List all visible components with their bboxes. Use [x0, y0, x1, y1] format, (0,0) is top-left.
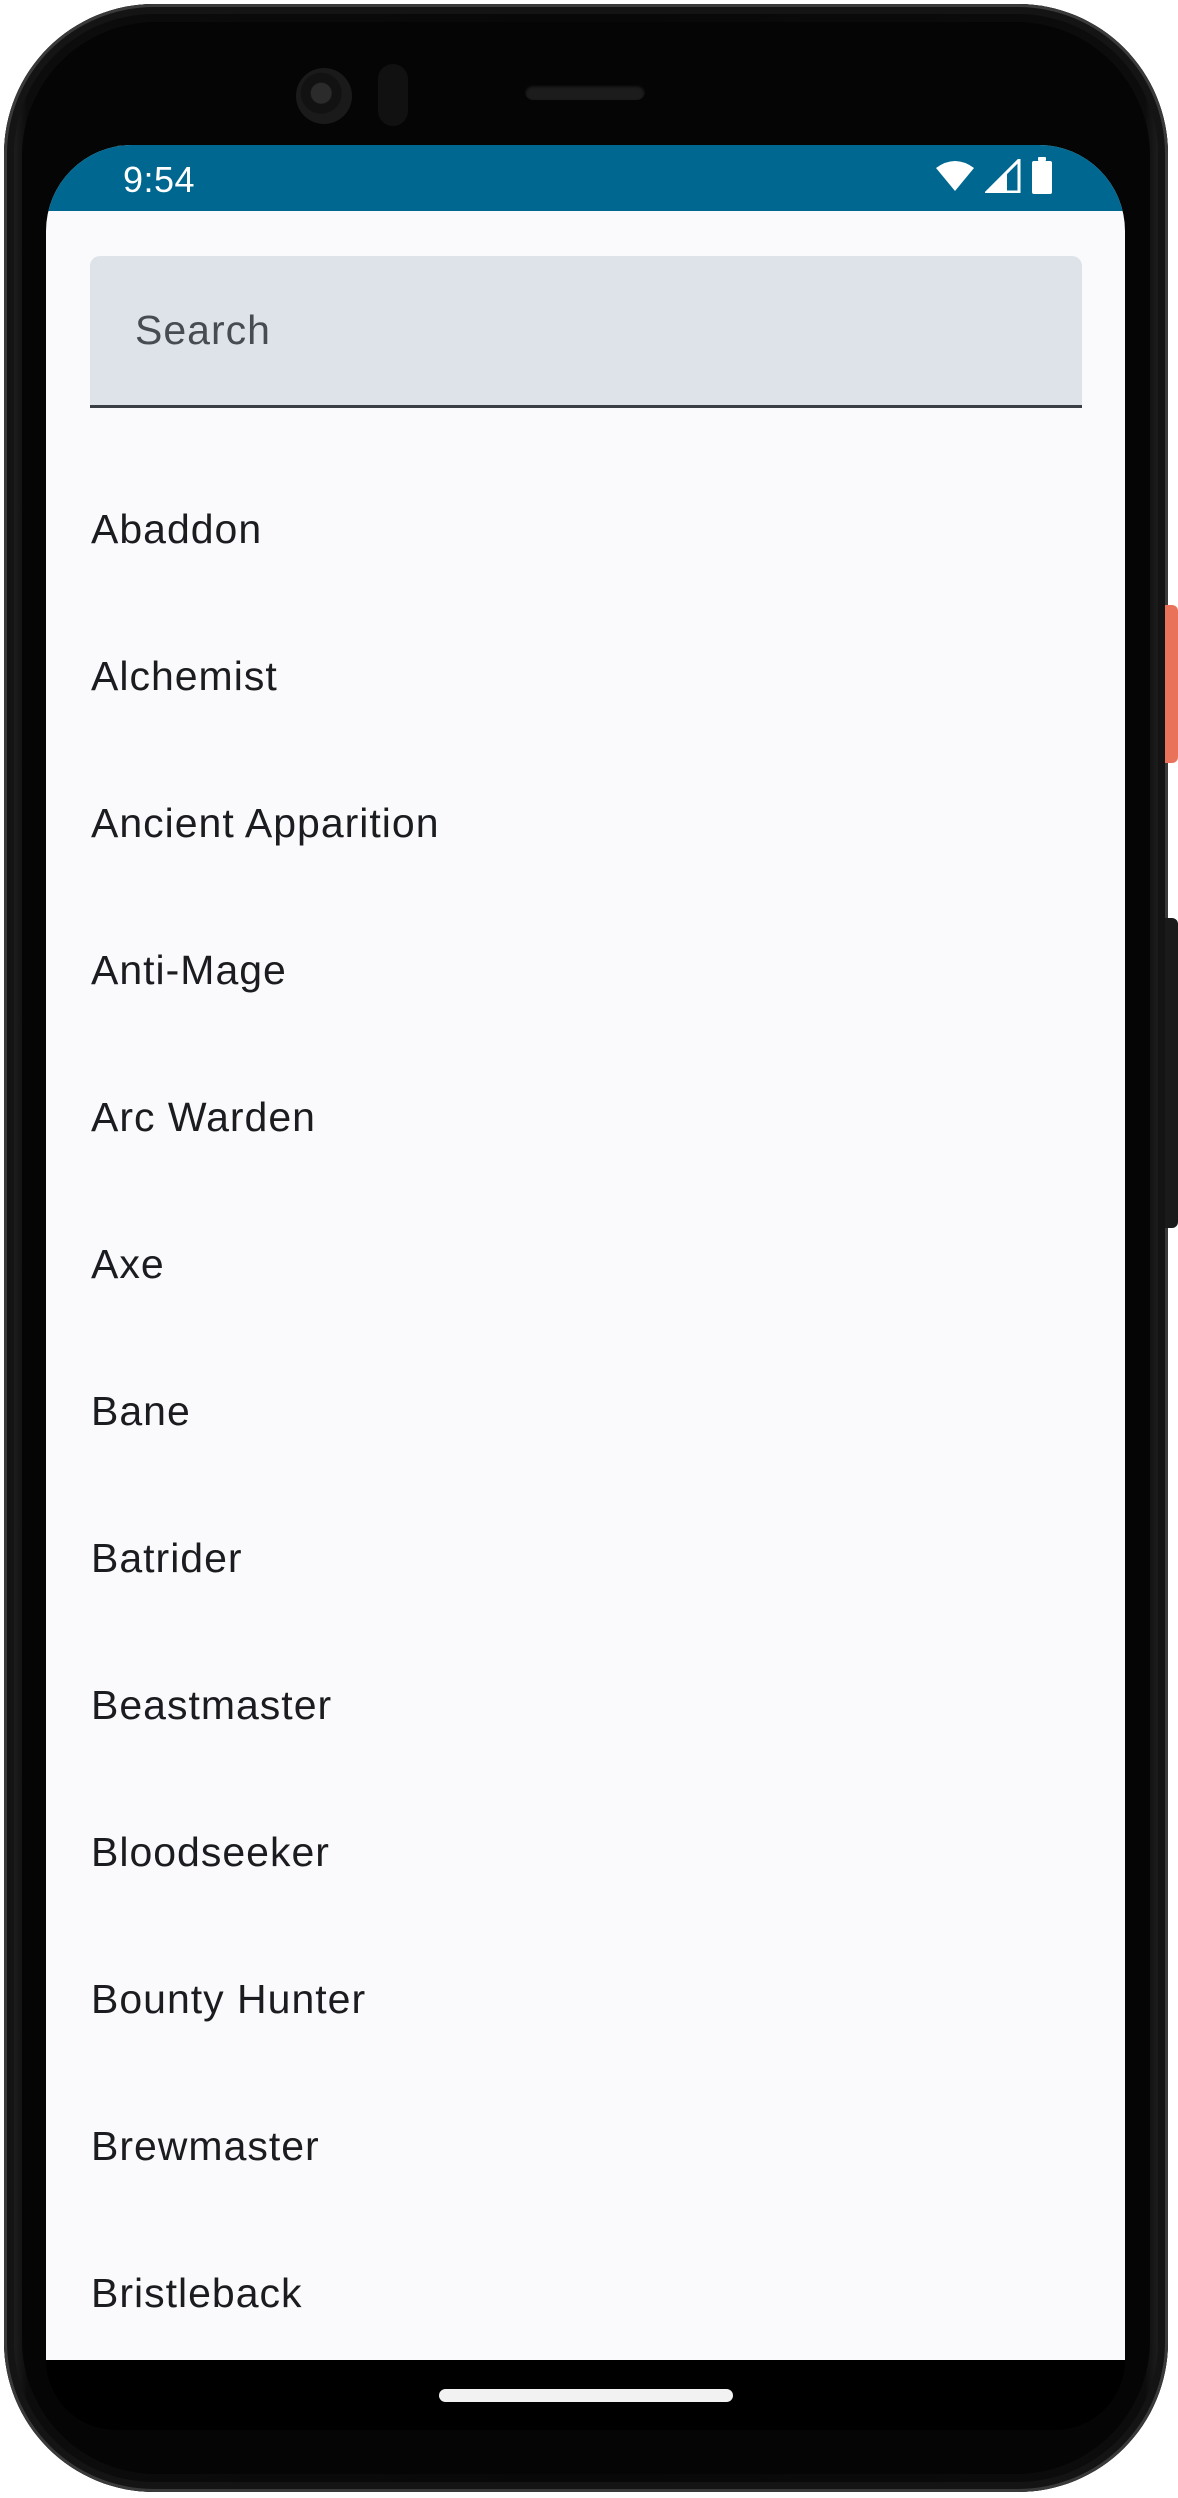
hero-list-item[interactable]: Arc Warden — [46, 1044, 1125, 1191]
hero-list-item[interactable]: Anti-Mage — [46, 897, 1125, 1044]
home-indicator[interactable] — [439, 2389, 733, 2402]
hero-list-item[interactable]: Axe — [46, 1191, 1125, 1338]
power-button — [1165, 605, 1178, 763]
volume-button — [1165, 918, 1178, 1228]
hero-list-item[interactable]: Bloodseeker — [46, 1779, 1125, 1926]
front-camera — [296, 68, 352, 124]
wifi-icon — [935, 160, 975, 197]
hero-list-item[interactable]: Bane — [46, 1338, 1125, 1485]
app-screen: 9:54 AbaddonAlchemist — [46, 145, 1125, 2360]
search-field[interactable] — [90, 256, 1082, 408]
status-bar: 9:54 — [46, 145, 1125, 211]
hero-list-item[interactable]: Alchemist — [46, 603, 1125, 750]
proximity-sensor — [378, 64, 408, 126]
status-icons — [935, 155, 1053, 200]
gesture-nav-bar — [46, 2360, 1125, 2430]
status-time: 9:54 — [123, 159, 196, 200]
battery-icon — [1031, 156, 1053, 200]
search-input[interactable] — [90, 256, 1082, 405]
cellular-signal-icon — [983, 155, 1021, 198]
hero-list-item[interactable]: Bristleback — [46, 2220, 1125, 2360]
hero-list-item[interactable]: Ancient Apparition — [46, 750, 1125, 897]
hero-list-item[interactable]: Beastmaster — [46, 1632, 1125, 1779]
hero-list-item[interactable]: Brewmaster — [46, 2073, 1125, 2220]
hero-list: Abaddon Alchemist Ancient Apparition Anti-M… — [46, 456, 1125, 2360]
earpiece-speaker — [525, 84, 645, 100]
hero-list-item[interactable]: Batrider — [46, 1485, 1125, 1632]
hero-list-item[interactable]: Bounty Hunter — [46, 1926, 1125, 2073]
hero-list-item[interactable]: Abaddon — [46, 456, 1125, 603]
